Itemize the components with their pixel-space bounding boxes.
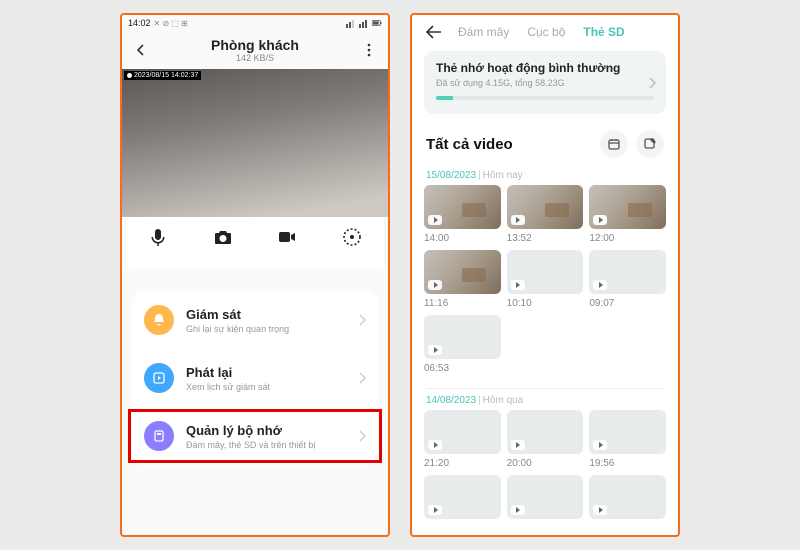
mic-icon[interactable] [148,227,168,247]
storage-bar [436,96,654,100]
video-thumbnail[interactable] [507,185,584,229]
menu-item-storage[interactable]: Quản lý bộ nhớ Đám mây, thẻ SD và trên t… [132,407,378,465]
storage-tabs: Đám mây Cục bộ Thẻ SD [458,25,625,39]
status-icons-left: ✕ ⊘ ⬚ ⊞ [154,19,188,28]
play-icon [428,440,442,450]
video-time-label: 21:20 [424,458,501,469]
status-time: 14:02 [128,18,151,28]
page-title: Phòng khách [150,37,360,53]
menu-item-title: Giám sát [186,307,346,322]
play-icon [428,215,442,225]
camera-live-view[interactable]: 2023/08/15 14:02:37 [122,69,388,217]
chevron-right-icon [648,77,656,89]
chevron-right-icon [358,430,366,442]
video-time-label: 06:53 [424,363,501,374]
menu-item-title: Phát lại [186,365,346,380]
video-time-label: 09:07 [589,298,666,309]
video-thumbnail[interactable] [424,410,501,454]
play-icon [428,280,442,290]
tab-sd[interactable]: Thẻ SD [583,25,624,39]
video-icon[interactable] [277,227,297,247]
play-icon [593,280,607,290]
video-thumbnail[interactable] [589,250,666,294]
video-time-label: 14:00 [424,233,501,244]
video-grid: 14:00 13:52 12:00 11:16 10:10 09:07 06:53 [412,185,678,374]
play-icon [593,440,607,450]
menu-item-subtitle: Đám mây, thẻ SD và trên thiết bị [186,440,346,450]
sd-status-title: Thẻ nhớ hoạt động bình thường [436,61,654,75]
video-thumbnail[interactable] [507,410,584,454]
calendar-button[interactable] [600,130,628,158]
video-thumbnail[interactable] [424,315,501,359]
play-icon [511,280,525,290]
status-bar: 14:02 ✕ ⊘ ⬚ ⊞ [122,15,388,31]
video-time-label: 11:16 [424,298,501,309]
menu-item-playback[interactable]: Phát lại Xem lịch sử giám sát [132,349,378,407]
video-time-label: 19:56 [589,458,666,469]
bell-icon [144,305,174,335]
dpad-icon[interactable] [342,227,362,247]
play-icon [144,363,174,393]
video-thumbnail[interactable] [589,410,666,454]
date-group-label: 14/08/2023|Hôm qua [412,389,678,410]
back-button[interactable] [426,25,442,39]
menu-item-title: Quản lý bộ nhớ [186,423,346,438]
video-thumbnail[interactable] [589,185,666,229]
camera-icon[interactable] [213,227,233,247]
play-icon [511,215,525,225]
status-icons-right [346,18,382,28]
video-thumbnail[interactable] [589,475,666,519]
menu-item-subtitle: Ghi lại sự kiện quan trọng [186,324,346,334]
play-icon [511,505,525,515]
sd-status-usage: Đã sử dụng 4.15G, tổng 58.23G [436,78,654,88]
chevron-right-icon [358,314,366,326]
play-icon [428,505,442,515]
back-button[interactable] [132,44,150,56]
phone-screen-1: 14:02 ✕ ⊘ ⬚ ⊞ Phòng khách 142 KB/S 2023/… [120,13,390,537]
header: Đám mây Cục bộ Thẻ SD [412,15,678,45]
video-time-label: 12:00 [589,233,666,244]
video-grid: 21:20 20:00 19:56 [412,410,678,519]
sd-status-card[interactable]: Thẻ nhớ hoạt động bình thường Đã sử dụng… [424,51,666,114]
tab-cloud[interactable]: Đám mây [458,25,509,39]
bitrate-label: 142 KB/S [150,53,360,63]
menu-item-subtitle: Xem lịch sử giám sát [186,382,346,392]
more-button[interactable] [360,43,378,57]
play-icon [593,505,607,515]
video-thumbnail[interactable] [507,250,584,294]
tab-local[interactable]: Cục bộ [527,25,565,39]
video-thumbnail[interactable] [424,185,501,229]
header: Phòng khách 142 KB/S [122,31,388,65]
video-time-label: 10:10 [507,298,584,309]
video-time-label: 20:00 [507,458,584,469]
camera-timestamp: 2023/08/15 14:02:37 [124,71,201,80]
menu-list: Giám sát Ghi lại sự kiện quan trọng Phát… [132,291,378,465]
play-icon [511,440,525,450]
phone-screen-2: Đám mây Cục bộ Thẻ SD Thẻ nhớ hoạt động … [410,13,680,537]
video-thumbnail[interactable] [507,475,584,519]
menu-item-monitor[interactable]: Giám sát Ghi lại sự kiện quan trọng [132,291,378,349]
video-time-label: 13:52 [507,233,584,244]
section-title: Tất cả video [426,136,513,153]
play-icon [593,215,607,225]
edit-button[interactable] [636,130,664,158]
section-header: Tất cả video [412,114,678,164]
play-icon [428,345,442,355]
date-group-label: 15/08/2023|Hôm nay [412,164,678,185]
storage-icon [144,421,174,451]
chevron-right-icon [358,372,366,384]
video-thumbnail[interactable] [424,475,501,519]
video-thumbnail[interactable] [424,250,501,294]
